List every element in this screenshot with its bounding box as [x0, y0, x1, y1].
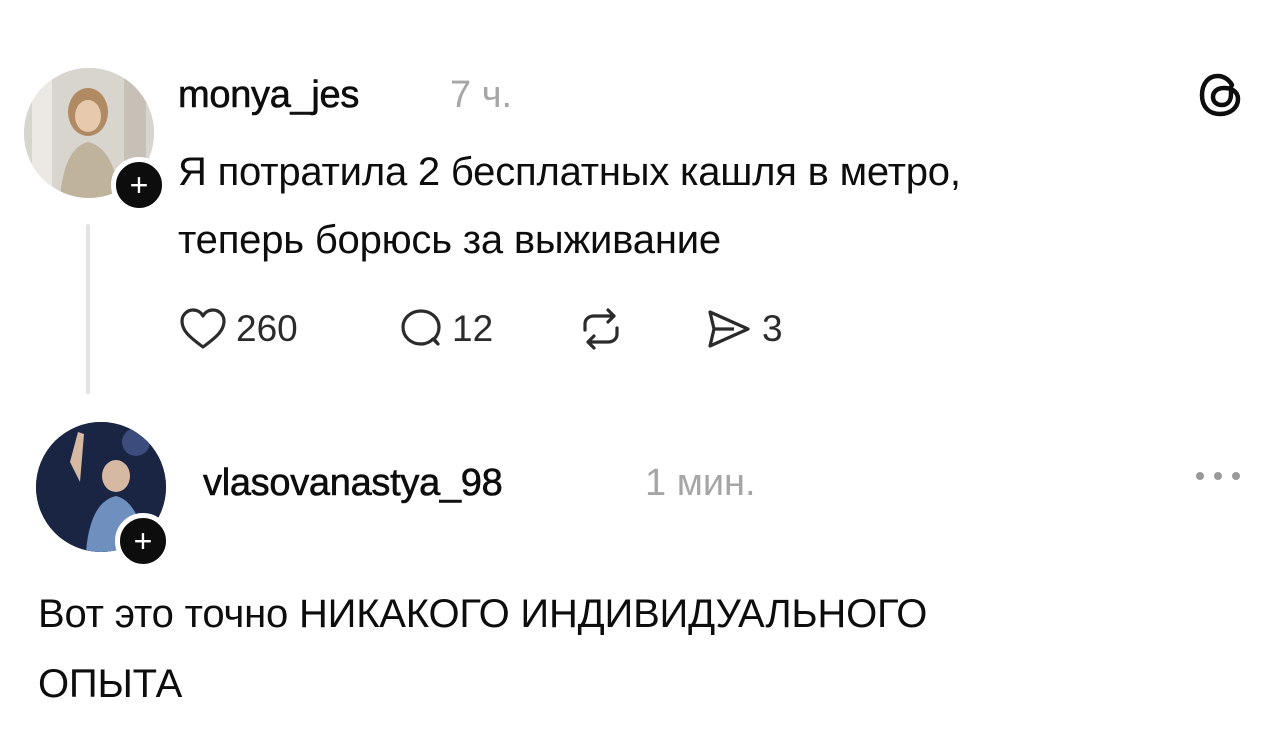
- post-time: 1 мин.: [645, 462, 756, 504]
- follow-plus-icon[interactable]: +: [111, 157, 167, 213]
- share-button[interactable]: 3: [704, 306, 783, 352]
- share-count: 3: [762, 308, 783, 349]
- post-username[interactable]: monya_jes: [178, 74, 360, 117]
- like-button[interactable]: 260: [178, 306, 398, 352]
- comment-button[interactable]: 12: [398, 306, 578, 352]
- thread-line: [86, 224, 90, 394]
- heart-icon: [178, 306, 228, 352]
- post-text-line: Вот это точно НИКАКОГО ИНДИВИДУАЛЬНОГО: [38, 592, 928, 636]
- repost-icon: [578, 306, 624, 352]
- post-time: 7 ч.: [450, 74, 513, 116]
- post-username[interactable]: vlasovanastya_98: [203, 462, 503, 505]
- send-icon: [704, 306, 754, 352]
- dot: [1196, 472, 1204, 480]
- comment-icon: [398, 306, 444, 352]
- post-text-line: Я потратила 2 бесплатных кашля в метро,: [178, 150, 961, 194]
- post-text-line: теперь борюсь за выживание: [178, 218, 721, 262]
- post-actions: 260 12 3: [178, 306, 783, 352]
- dot: [1214, 472, 1222, 480]
- follow-plus-icon[interactable]: +: [115, 513, 171, 569]
- repost-button[interactable]: [578, 306, 704, 352]
- post-text-line: ОПЫТА: [38, 662, 183, 706]
- more-dots-icon[interactable]: [1196, 472, 1240, 480]
- threads-logo-icon[interactable]: [1198, 70, 1244, 120]
- dot: [1232, 472, 1240, 480]
- comment-count: 12: [452, 308, 494, 349]
- like-count: 260: [236, 308, 298, 349]
